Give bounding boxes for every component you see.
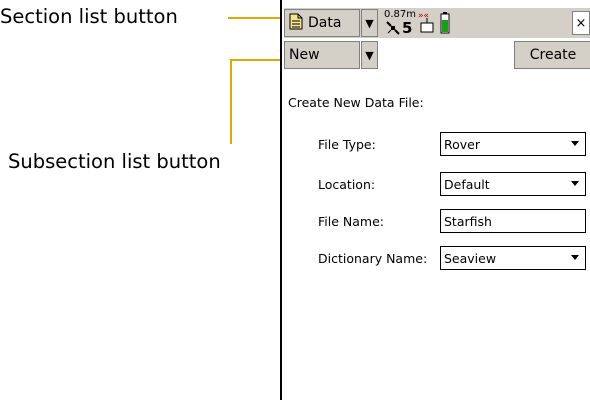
satellite-icon bbox=[386, 21, 400, 38]
file-name-value: Starfish bbox=[444, 213, 492, 229]
subsection-list-button[interactable]: New bbox=[284, 41, 360, 69]
subsection-toolbar: New ▼ Create bbox=[284, 40, 590, 70]
form-heading: Create New Data File: bbox=[288, 95, 424, 110]
file-type-value: Rover bbox=[444, 136, 480, 152]
location-chevron-down-icon bbox=[571, 181, 579, 186]
subsection-dropdown-arrow[interactable]: ▼ bbox=[361, 41, 378, 69]
subsection-list-callout: Subsection list button bbox=[8, 150, 221, 173]
section-list-callout: Section list button bbox=[0, 5, 178, 28]
subsection-callout-line-h bbox=[230, 59, 280, 61]
dictionary-name-select[interactable]: Seaview bbox=[440, 246, 586, 270]
dictionary-name-chevron-down-icon bbox=[571, 255, 579, 260]
radio-link-icon: »« bbox=[418, 9, 438, 38]
section-toolbar: Data ▼ 0.87m 5 »« × bbox=[284, 8, 590, 38]
location-select[interactable]: Default bbox=[440, 172, 586, 196]
subsection-callout-line-v bbox=[230, 60, 232, 144]
file-type-select[interactable]: Rover bbox=[440, 132, 586, 156]
battery-icon bbox=[440, 12, 450, 37]
section-callout-line bbox=[228, 17, 280, 19]
close-button[interactable]: × bbox=[572, 11, 590, 35]
create-button-label: Create bbox=[529, 47, 577, 63]
location-value: Default bbox=[444, 176, 490, 192]
dictionary-name-label: Dictionary Name: bbox=[318, 251, 428, 266]
close-icon: × bbox=[575, 15, 587, 31]
location-label: Location: bbox=[318, 177, 376, 192]
file-name-label: File Name: bbox=[318, 214, 384, 229]
satellite-count: 5 bbox=[402, 19, 413, 37]
section-dropdown-arrow[interactable]: ▼ bbox=[361, 9, 378, 37]
section-list-button[interactable]: Data bbox=[284, 9, 360, 37]
create-button[interactable]: Create bbox=[514, 41, 590, 69]
data-file-icon bbox=[289, 13, 303, 34]
device-screen: Data ▼ 0.87m 5 »« × New ▼ Create Create … bbox=[280, 0, 590, 400]
file-type-chevron-down-icon bbox=[571, 141, 579, 146]
section-list-label: Data bbox=[308, 15, 342, 31]
file-type-label: File Type: bbox=[318, 137, 376, 152]
file-name-input[interactable]: Starfish bbox=[440, 209, 586, 233]
subsection-list-label: New bbox=[289, 47, 320, 63]
dictionary-name-value: Seaview bbox=[444, 250, 497, 266]
